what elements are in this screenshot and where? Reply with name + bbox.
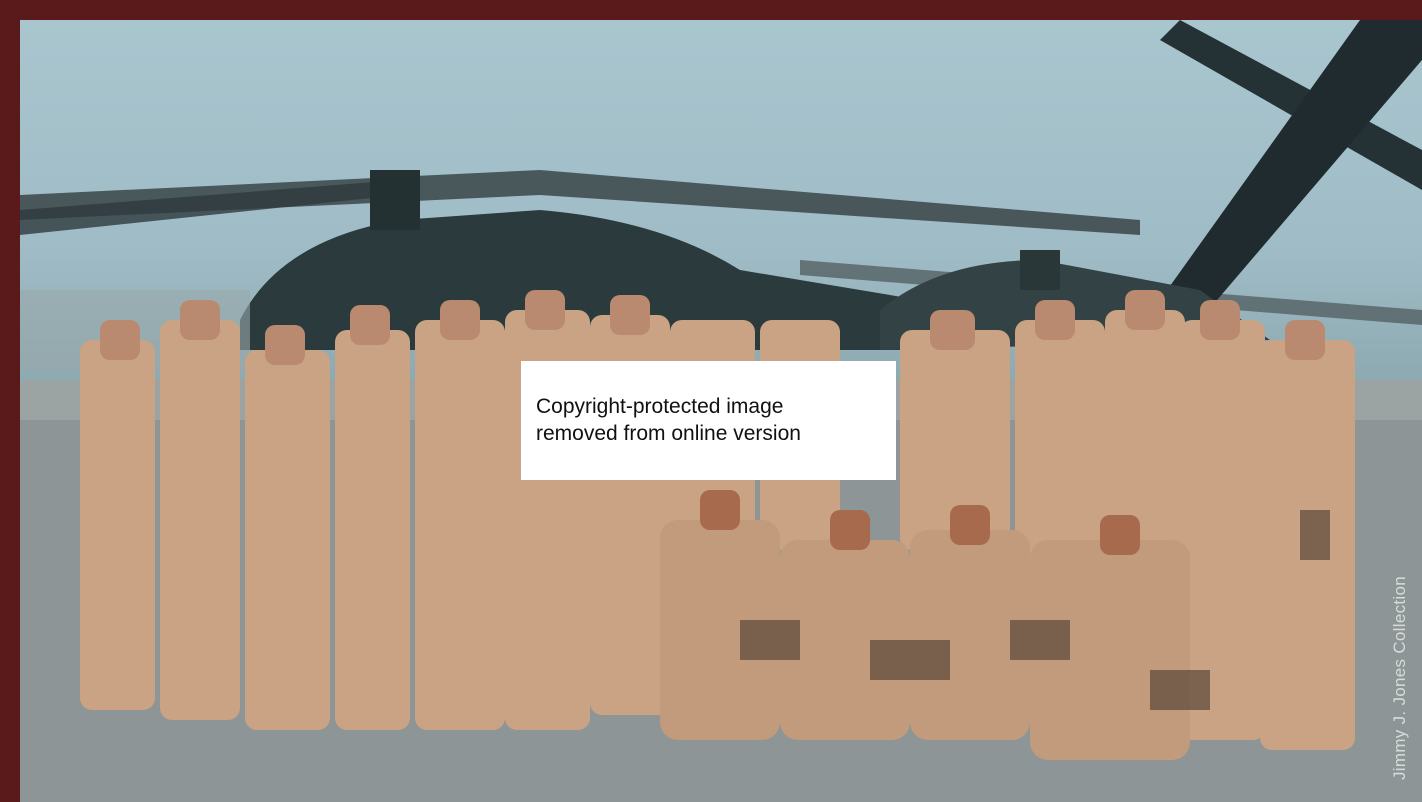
pixelated-group-photo: Copyright-protected image removed from o… [20,20,1422,802]
copyright-notice-line2: removed from online version [536,422,801,445]
copyright-notice-line1: Copyright-protected image [536,395,784,418]
photo-credit: Jimmy J. Jones Collection [1390,576,1422,800]
photo-frame: Copyright-protected image removed from o… [0,0,1422,802]
photo-credit-text: Jimmy J. Jones Collection [1390,575,1409,780]
copyright-notice: Copyright-protected image removed from o… [521,361,896,480]
rotor-blade [1160,20,1422,320]
